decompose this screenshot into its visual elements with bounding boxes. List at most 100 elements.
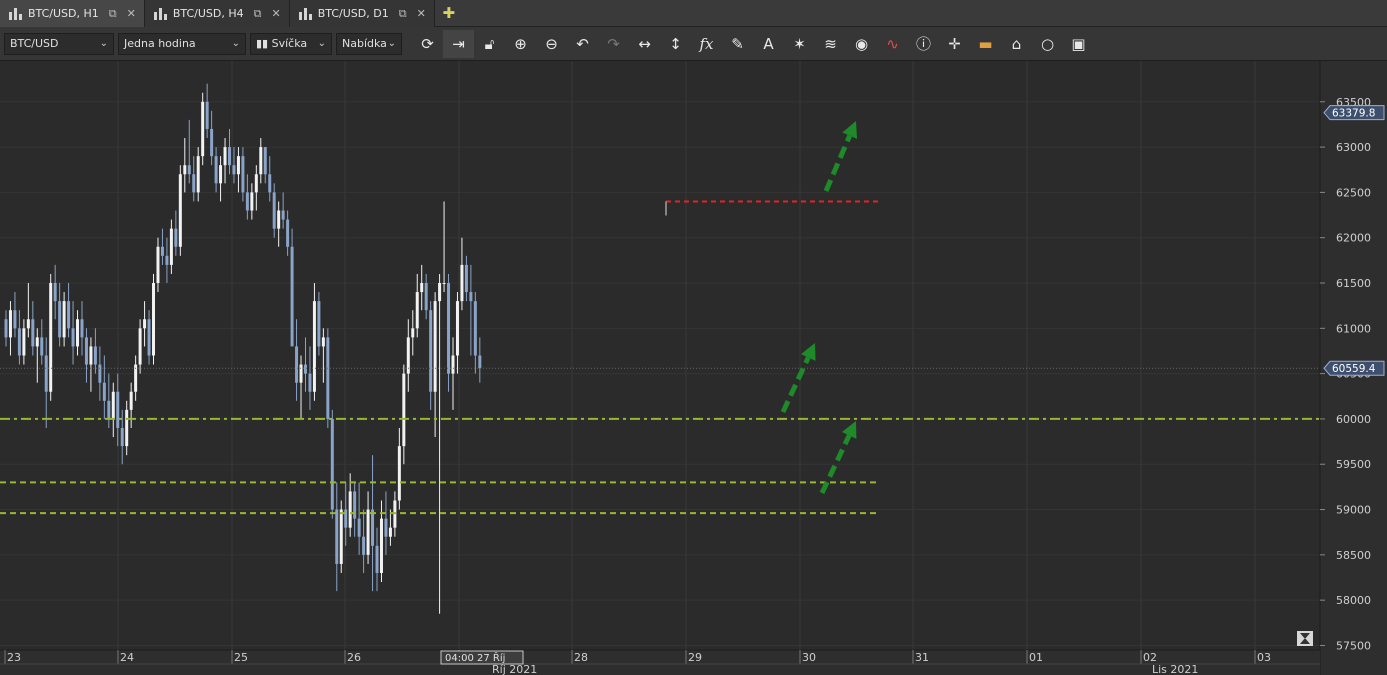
symbol-select[interactable]: BTC/USD ⌄ <box>4 32 114 55</box>
candle-body <box>156 246 160 284</box>
candle-body <box>469 292 473 302</box>
price-tick-label: 61000 <box>1336 322 1371 335</box>
candle-body <box>312 301 316 392</box>
price-type-select[interactable]: Nabídka ⌄ <box>336 32 402 55</box>
candle-body <box>366 509 370 555</box>
pencil-icon[interactable]: ✎ <box>722 30 753 58</box>
candle-body <box>362 536 366 555</box>
chevron-down-icon: ⌄ <box>99 38 108 49</box>
candle-body <box>165 255 169 265</box>
info-icon[interactable]: ⓘ <box>908 30 939 58</box>
save-icon[interactable]: ▣ <box>1063 30 1094 58</box>
crosshair-icon[interactable]: ✶ <box>784 30 815 58</box>
close-icon[interactable]: ✕ <box>417 7 426 20</box>
fx-icon[interactable]: fx <box>691 30 722 58</box>
tab-label: BTC/USD, H1 <box>28 7 99 20</box>
refresh-icon[interactable]: ⟳ <box>412 30 443 58</box>
price-tick-label: 62500 <box>1336 186 1371 199</box>
candle-body <box>308 373 312 392</box>
month-label: Lis 2021 <box>1152 663 1198 675</box>
candle-body <box>192 174 196 193</box>
candle-body <box>303 364 307 374</box>
price-chart[interactable]: 5750058000585005900059500600006050061000… <box>0 61 1387 675</box>
price-tick-label: 62000 <box>1336 232 1371 245</box>
candle-body <box>447 283 451 374</box>
layers-icon[interactable]: ≋ <box>815 30 846 58</box>
candle-body <box>375 545 379 573</box>
candle-body <box>44 355 48 392</box>
candle-body <box>286 219 290 247</box>
candle-body <box>455 301 459 356</box>
chart-type-select[interactable]: ▮▮ Svíčka ⌄ <box>250 32 332 55</box>
candle-body <box>460 264 464 302</box>
candle-body <box>26 319 30 329</box>
circle-icon[interactable]: ○ <box>1032 30 1063 58</box>
candle-body <box>93 346 97 365</box>
candle-body <box>102 382 106 401</box>
candle-body <box>187 165 191 175</box>
timeframe-select[interactable]: Jedna hodina ⌄ <box>118 32 246 55</box>
candle-body <box>241 156 245 193</box>
close-icon[interactable]: ✕ <box>127 7 136 20</box>
candle-body <box>17 328 21 356</box>
zoom-out-icon[interactable]: ⊖ <box>536 30 567 58</box>
indicators-icon[interactable]: ∿ <box>877 30 908 58</box>
candle-body <box>40 337 44 356</box>
candle-body <box>125 409 129 447</box>
candle-body <box>281 210 285 220</box>
candle-body <box>147 319 151 356</box>
timeframe-value: Jedna hodina <box>124 37 196 50</box>
time-tick-label: 28 <box>574 651 588 664</box>
close-icon[interactable]: ✕ <box>272 7 281 20</box>
text-icon[interactable]: A <box>753 30 784 58</box>
candle-body <box>62 301 66 338</box>
candle-body <box>35 337 39 347</box>
undo-icon[interactable]: ↷ <box>598 30 629 58</box>
candle-body <box>174 228 178 247</box>
time-tick-label: 31 <box>915 651 929 664</box>
candle-body <box>236 156 240 175</box>
time-tick-label: 03 <box>1257 651 1271 664</box>
tab-btcusd-d1[interactable]: BTC/USD, D1 ⧉ ✕ <box>289 0 435 27</box>
candle-body <box>8 310 12 338</box>
candle-body <box>138 328 142 365</box>
chart-canvas[interactable]: 5750058000585005900059500600006050061000… <box>0 61 1387 675</box>
candle-body <box>348 491 352 528</box>
tab-btcusd-h1[interactable]: BTC/USD, H1 ⧉ ✕ <box>0 0 145 27</box>
undock-icon[interactable]: ⧉ <box>109 7 117 21</box>
add-chart-icon[interactable]: ✚ <box>435 0 463 26</box>
time-tick-label: 30 <box>802 651 816 664</box>
candle-body <box>277 210 281 229</box>
undock-icon[interactable]: ⧉ <box>254 7 262 21</box>
candle-body <box>250 192 254 211</box>
price-type-value: Nabídka <box>342 37 387 50</box>
eye-icon[interactable]: ◉ <box>846 30 877 58</box>
cross-cursor-icon[interactable]: ✛ <box>939 30 970 58</box>
undock-icon[interactable]: ⧉ <box>399 7 407 21</box>
candle-body <box>429 310 433 392</box>
tab-btcusd-h4[interactable]: BTC/USD, H4 ⧉ ✕ <box>144 0 290 27</box>
chart-type-label: Svíčka <box>271 37 308 50</box>
candle-body <box>473 301 477 356</box>
vertical-measure-icon[interactable]: ↕ <box>660 30 691 58</box>
candle-body <box>80 319 84 338</box>
candle-body <box>13 310 17 329</box>
time-tick-label: 29 <box>688 651 702 664</box>
ruler-icon[interactable]: ▬ <box>970 30 1001 58</box>
lock-icon[interactable]: 🔓︎ <box>474 30 505 58</box>
horizontal-measure-icon[interactable]: ↔ <box>629 30 660 58</box>
price-tick-label: 58500 <box>1336 549 1371 562</box>
candle-body <box>210 128 214 157</box>
zoom-in-icon[interactable]: ⊕ <box>505 30 536 58</box>
cursor-time-label: 04:00 27 Říj <box>445 651 505 664</box>
candle-body <box>58 301 62 338</box>
candle-body <box>330 418 334 510</box>
chevron-down-icon: ⌄ <box>231 38 240 49</box>
candle-body <box>317 301 321 347</box>
candle-body <box>433 301 437 392</box>
candle-body <box>245 192 249 211</box>
fill-icon[interactable]: ⌂ <box>1001 30 1032 58</box>
auto-scroll-icon[interactable]: ⇥ <box>443 29 474 58</box>
magnet-icon[interactable]: ↶ <box>567 30 598 58</box>
candle-body <box>371 509 375 546</box>
